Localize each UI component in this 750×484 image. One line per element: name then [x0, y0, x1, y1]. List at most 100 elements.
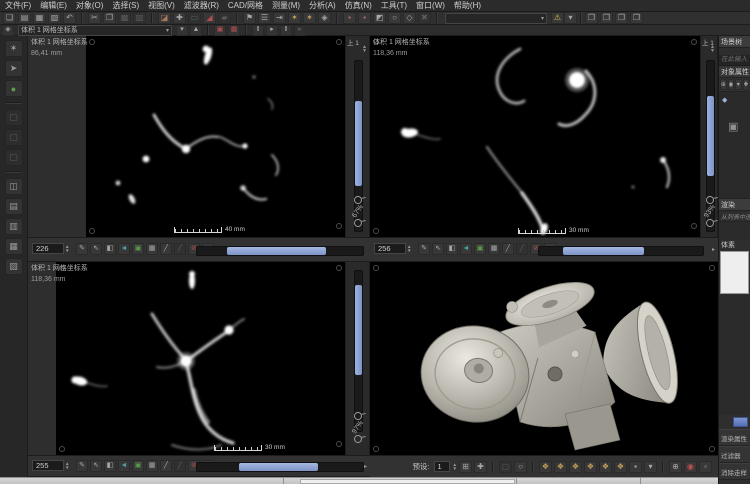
toolbar-icon[interactable]: ❐ — [103, 12, 116, 24]
slice-image-top-left[interactable]: 40 mm — [86, 36, 345, 237]
scrollbar-thumb[interactable] — [355, 101, 362, 186]
toolbar-icon[interactable] — [236, 13, 238, 23]
slice-tool-icon[interactable]: ▣ — [132, 243, 144, 255]
view-preset-icon[interactable]: ▢ — [499, 461, 512, 473]
zoom-out-icon[interactable] — [352, 217, 363, 228]
toolbar-icon[interactable]: ✂ — [88, 12, 101, 24]
view-handle-icon[interactable] — [691, 39, 697, 45]
slice-tool-icon[interactable]: ✎ — [76, 460, 88, 472]
view-handle-icon[interactable] — [709, 265, 715, 271]
slice-tool-icon[interactable]: ╱ — [174, 243, 186, 255]
slice-spinner[interactable]: ▲▼ — [65, 245, 69, 253]
view-preset-icon[interactable]: ▫ — [699, 461, 712, 473]
slice-tool-icon[interactable]: ╱ — [174, 460, 186, 472]
scrollbar-thumb[interactable] — [227, 247, 326, 255]
menu-item[interactable]: 编辑(E) — [40, 0, 67, 11]
toolbar-icon[interactable]: ◈ — [318, 12, 331, 24]
toolbar-icon[interactable]: ◩ — [373, 12, 386, 24]
menu-item[interactable]: 仿真(N) — [345, 0, 372, 11]
tool-palette-icon[interactable]: ● — [5, 80, 23, 97]
coordinate-tool-icon[interactable]: ▾ — [176, 25, 188, 36]
toolbar-icon[interactable]: ◇ — [403, 12, 416, 24]
coordinate-tool-icon[interactable]: ▸ — [294, 25, 306, 36]
scrollbar-thumb[interactable] — [355, 285, 362, 375]
scene-filter-input[interactable] — [719, 55, 750, 66]
coordinate-tool-icon[interactable] — [245, 25, 247, 35]
scroll-right-icon[interactable]: ▸ — [712, 246, 715, 253]
coordinate-tool-icon[interactable] — [207, 25, 209, 35]
toolbar-icon[interactable] — [151, 13, 153, 23]
slice-tool-icon[interactable]: ▣ — [132, 460, 144, 472]
view-preset-icon[interactable]: ❖ — [584, 461, 597, 473]
view-preset-icon[interactable]: ❖ — [539, 461, 552, 473]
toolbar-icon[interactable]: ▰ — [218, 12, 231, 24]
slice-tool-icon[interactable]: ⇖ — [90, 243, 102, 255]
toolbar-icon[interactable]: ▨ — [133, 12, 146, 24]
view-handle-icon[interactable] — [336, 39, 342, 45]
scene-tree-tool-icon[interactable]: ⊕ — [720, 79, 727, 90]
menu-item[interactable]: 帮助(H) — [454, 0, 481, 11]
view-preset-icon[interactable]: ✚ — [474, 461, 487, 473]
toolbar-icon[interactable]: ○ — [388, 12, 401, 24]
coordinate-tool-icon[interactable]: ▲ — [190, 25, 202, 36]
scrollbar-thumb[interactable] — [707, 96, 714, 176]
registration-combo[interactable]: ▾ — [445, 13, 547, 24]
slice-image-top-right[interactable]: 30 mm — [370, 36, 700, 237]
view-handle-icon[interactable] — [59, 446, 65, 452]
view-preset-icon[interactable] — [532, 462, 534, 472]
toolbar-icon[interactable]: ▩ — [118, 12, 131, 24]
slice-tool-icon[interactable]: ╱ — [516, 243, 528, 255]
toolbar-icon[interactable]: ✶ — [288, 12, 301, 24]
coordinate-tool-icon[interactable]: ‖ — [252, 25, 264, 36]
slice-tool-icon[interactable]: ▣ — [474, 243, 486, 255]
slice-tool-icon[interactable]: ╱ — [160, 243, 172, 255]
menu-item[interactable]: CAD/网格 — [228, 0, 263, 11]
menu-item[interactable]: 视图(V) — [148, 0, 175, 11]
slice-number-input[interactable]: 226 — [32, 243, 64, 254]
preset-number-input[interactable]: 1 — [434, 461, 450, 472]
slice-number-input[interactable]: 255 — [32, 460, 64, 471]
view-preset-icon[interactable]: ⊞ — [459, 461, 472, 473]
scene-tree-header[interactable]: 场景树 — [719, 36, 750, 48]
slice-tool-icon[interactable]: ⇖ — [432, 243, 444, 255]
coordinate-system-combo[interactable]: 体积 1 网格坐标系 ▾ — [18, 25, 172, 36]
viewport-top-left[interactable]: 40 mm 体积 1 网格坐标系 86,41 mm — [28, 36, 345, 237]
view-preset-icon[interactable]: ❖ — [614, 461, 627, 473]
window-layout-icon[interactable]: ❒ — [585, 12, 598, 24]
axis-spinner[interactable]: ▲▼ — [710, 45, 715, 53]
coordinate-tool-icon[interactable]: ▣ — [214, 25, 226, 36]
render-mode-dropdown[interactable] — [720, 251, 749, 294]
view-preset-icon[interactable]: ❖ — [554, 461, 567, 473]
view-handle-icon[interactable] — [373, 446, 379, 452]
window-layout-icon[interactable]: ❒ — [615, 12, 628, 24]
toolbar-icon[interactable] — [436, 13, 438, 23]
view-preset-icon[interactable]: ❖ — [599, 461, 612, 473]
toolbar-icon[interactable] — [81, 13, 83, 23]
toolbar-icon[interactable]: ▪ — [358, 12, 371, 24]
slice-tool-icon[interactable]: ◄ — [460, 243, 472, 255]
view-handle-icon[interactable] — [336, 223, 342, 229]
slice-image-bottom-left[interactable]: 30 mm — [56, 262, 345, 455]
tool-palette-icon[interactable]: ▢ — [5, 109, 23, 126]
slice-tool-icon[interactable]: ✎ — [76, 243, 88, 255]
scene-tree-tool-icon[interactable]: ▾ — [735, 79, 742, 90]
slice-tool-icon[interactable]: ╱ — [160, 460, 172, 472]
coordinate-tool-icon[interactable]: ‖ — [280, 25, 292, 36]
tool-palette-icon[interactable]: ✶ — [5, 40, 23, 57]
toolbar-icon[interactable]: ⚑ — [243, 12, 256, 24]
horizontal-scrollbar[interactable] — [196, 246, 364, 256]
window-layout-icon[interactable]: ❒ — [600, 12, 613, 24]
render-option-button[interactable] — [733, 417, 748, 427]
toolbar-icon[interactable]: ☰ — [258, 12, 271, 24]
slice-tool-icon[interactable]: ◄ — [118, 460, 130, 472]
view-handle-icon[interactable] — [709, 446, 715, 452]
slice-tool-icon[interactable]: ▦ — [146, 243, 158, 255]
slice-tool-icon[interactable]: ◄ — [118, 243, 130, 255]
preset-spinner[interactable]: ▲▼ — [453, 463, 457, 471]
view-preset-icon[interactable]: ◉ — [684, 461, 697, 473]
slice-spinner[interactable]: ▲▼ — [65, 462, 69, 470]
viewport-bottom-left[interactable]: 30 mm 体积 1 网格坐标系 118,36 mm — [28, 262, 345, 455]
view-handle-icon[interactable] — [373, 265, 379, 271]
tool-palette-icon[interactable]: ▢ — [5, 149, 23, 166]
scene-tree-tool-icon[interactable]: ◉ — [728, 79, 735, 90]
